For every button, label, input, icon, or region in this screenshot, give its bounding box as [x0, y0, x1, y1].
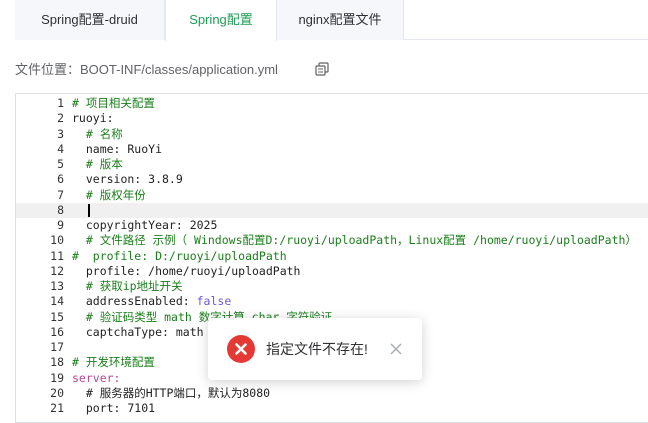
line-number: 13	[50, 279, 64, 293]
line-number: 3	[57, 126, 64, 141]
code-line: 6 version: 3.8.9	[16, 172, 648, 187]
code-content: # 文件路径 示例（ Windows配置D:/ruoyi/uploadPath，…	[72, 233, 637, 248]
code-content: # 开发环境配置	[72, 355, 155, 370]
code-line: 20 # 服务器的HTTP端口，默认为8080	[16, 386, 648, 401]
line-number: 14	[50, 294, 64, 309]
line-number: 16	[50, 324, 64, 339]
line-number: 7	[57, 187, 64, 202]
code-line: 4 name: RuoYi	[16, 142, 648, 157]
code-text: # 服务器的HTTP端口，默认为8080	[72, 386, 270, 401]
line-number: 19	[50, 370, 64, 385]
code-line: 9 copyrightYear: 2025	[16, 218, 648, 233]
code-line: 8	[16, 202, 648, 218]
code-text: ruoyi:	[72, 111, 114, 126]
tab-spring-config[interactable]: Spring配置	[165, 0, 277, 41]
code-text: version: 3.8.9	[72, 172, 183, 187]
line-number: 12	[50, 263, 64, 278]
code-line: 3 # 名称	[16, 127, 648, 142]
code-text: server:	[72, 371, 120, 386]
code-text: copyrightYear: 2025	[72, 218, 218, 233]
code-line: 14 addressEnabled: false	[16, 294, 648, 309]
code-line: 12 profile: /home/ruoyi/uploadPath	[16, 264, 648, 279]
boolean-value: false	[196, 294, 232, 309]
code-content: name: RuoYi	[72, 141, 163, 156]
code-line: 7 # 版权年份	[16, 188, 648, 203]
code-line: 5 # 版本	[16, 157, 648, 172]
line-number: 4	[57, 141, 64, 156]
code-content: ruoyi:	[72, 111, 114, 126]
line-number: 20	[50, 385, 64, 400]
code-content: addressEnabled:	[72, 294, 197, 309]
file-location: 文件位置：BOOT-INF/classes/application.yml	[15, 62, 278, 77]
code-content: captchaType: math	[72, 324, 204, 339]
line-number: 8	[57, 202, 64, 217]
code-line: 11 # profile: D:/ruoyi/uploadPath	[16, 249, 648, 264]
code-text: # 版权年份	[72, 188, 146, 203]
line-number: 15	[50, 309, 64, 324]
error-circle-icon	[227, 335, 255, 363]
code-content: copyrightYear: 2025	[72, 218, 218, 232]
code-content: # 项目相关配置	[72, 96, 155, 110]
code-text: port: 7101	[72, 401, 155, 416]
line-number: 1	[57, 96, 64, 110]
code-text	[72, 203, 90, 218]
code-content: # profile: D:/ruoyi/uploadPath	[72, 248, 287, 263]
code-text: # profile: D:/ruoyi/uploadPath	[72, 249, 287, 264]
code-line: 13 # 获取ip地址开关	[16, 279, 648, 294]
code-content: # 版本	[72, 157, 123, 171]
code-line: 10 # 文件路径 示例（ Windows配置D:/ruoyi/uploadPa…	[16, 233, 648, 248]
line-number: 21	[50, 401, 64, 415]
toast-message: 指定文件不存在!	[266, 341, 368, 357]
code-content: version: 3.8.9	[72, 172, 183, 187]
line-number: 18	[50, 355, 64, 370]
code-content: # 名称	[72, 126, 123, 141]
code-text: profile: /home/ruoyi/uploadPath	[72, 263, 301, 279]
text-cursor	[88, 203, 90, 217]
tab-spring-druid[interactable]: Spring配置-druid	[15, 0, 165, 40]
code-content: # 服务器的HTTP端口，默认为8080	[72, 385, 271, 400]
code-content: profile: /home/ruoyi/uploadPath	[72, 263, 301, 278]
code-content	[72, 203, 86, 217]
error-toast: 指定文件不存在!	[208, 318, 422, 380]
code-line: 21 port: 7101	[16, 401, 648, 416]
code-content: # 版权年份	[72, 187, 146, 202]
line-number: 5	[57, 157, 64, 171]
code-text: name: RuoYi	[72, 142, 162, 157]
code-line: 2 ruoyi:	[16, 111, 648, 126]
code-content: # 获取ip地址开关	[72, 279, 183, 293]
tab-bar: Spring配置-druid Spring配置 nginx配置文件	[15, 0, 648, 41]
code-text: # 项目相关配置	[72, 96, 155, 111]
line-number: 10	[50, 233, 64, 248]
line-number: 6	[57, 172, 64, 187]
code-text: addressEnabled: false	[72, 294, 231, 309]
code-content: server:	[72, 370, 121, 385]
copy-icon[interactable]	[315, 62, 329, 76]
code-text: # 开发环境配置	[72, 355, 155, 370]
line-number: 11	[50, 248, 64, 263]
code-content: port: 7101	[72, 401, 156, 415]
line-number: 2	[57, 111, 64, 126]
code-text: # 版本	[72, 157, 123, 172]
line-number: 17	[50, 340, 64, 354]
code-line: 1 # 项目相关配置	[16, 96, 648, 111]
code-text: # 获取ip地址开关	[72, 279, 183, 294]
code-text: # 名称	[72, 127, 123, 142]
code-text: captchaType: math	[72, 325, 204, 340]
line-number: 9	[57, 218, 64, 232]
code-text: # 文件路径 示例（ Windows配置D:/ruoyi/uploadPath，…	[72, 233, 637, 248]
tab-nginx-config[interactable]: nginx配置文件	[277, 0, 404, 40]
close-icon[interactable]	[389, 342, 403, 356]
